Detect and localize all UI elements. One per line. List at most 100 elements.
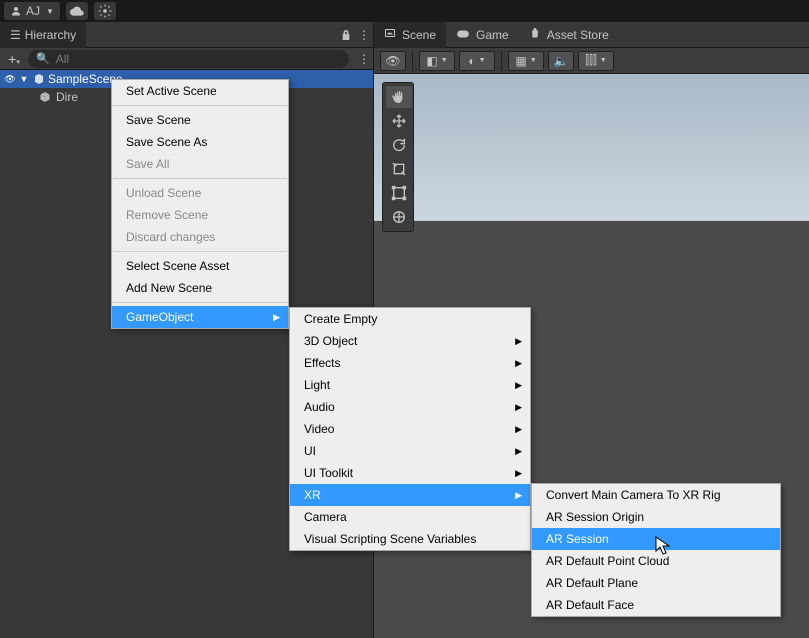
bars-icon: ⫿⫿⫿ [585,53,597,68]
scene-tabs: Scene Game Asset Store [374,22,809,48]
menu-label: 3D Object [304,334,357,348]
panel-menu-icon[interactable]: ⋮ [355,28,373,42]
menu-video[interactable]: Video ▶ [290,418,530,440]
menu-label: Add New Scene [126,281,212,295]
menu-label: Save Scene [126,113,191,127]
menu-xr[interactable]: XR▶ [290,484,530,506]
chevron-right-icon: ▶ [515,336,522,347]
menu-separator [113,302,287,303]
menu-convert-xr-rig[interactable]: Convert Main Camera To XR Rig [532,484,780,506]
sound-button[interactable]: 🔈 [548,51,574,71]
tab-assetstore-label: Asset Store [547,28,609,42]
menu-add-new-scene[interactable]: Add New Scene [112,277,288,299]
chevron-right-icon: ▶ [515,446,522,457]
menu-label: AR Default Plane [546,576,638,590]
tab-scene[interactable]: Scene [374,22,446,48]
disclosure-icon[interactable]: ▼ [18,74,30,84]
menu-select-scene-asset[interactable]: Select Scene Asset [112,255,288,277]
chevron-right-icon: ▶ [515,424,522,435]
cloud-icon [70,6,84,16]
chevron-right-icon: ▶ [273,312,280,323]
tab-game[interactable]: Game [446,22,519,48]
menu-separator [113,251,287,252]
menu-save-scene[interactable]: Save Scene [112,109,288,131]
menu-save-all: Save All [112,153,288,175]
eye-icon[interactable]: 👁 [4,74,16,85]
add-button[interactable]: +▾ [0,51,28,67]
search-icon: 🔍 [36,52,50,65]
menu-label: Create Empty [304,312,377,326]
xr-submenu: Convert Main Camera To XR Rig AR Session… [531,483,781,617]
menu-set-active-scene[interactable]: Set Active Scene [112,80,288,102]
menu-label: Unload Scene [126,186,201,200]
effects-dropdown[interactable]: ⫿⫿⫿▼ [578,51,614,71]
scene-toolbar: 👁 ◧▼ ◐▼ ▦▼ 🔈 ⫿⫿⫿▼ [374,48,809,74]
lock-icon[interactable] [337,29,355,41]
tool-transform[interactable] [386,206,412,228]
scene-options-icon[interactable]: ⋮ [355,52,373,66]
menu-unload-scene: Unload Scene [112,182,288,204]
menu-label: UI [304,444,316,458]
search-input[interactable]: 🔍 All [28,50,349,68]
gameobject-name: Dire [56,90,78,104]
tab-game-label: Game [476,28,509,42]
tool-move[interactable] [386,110,412,132]
menu-audio[interactable]: Audio▶ [290,396,530,418]
menu-ar-default-face[interactable]: AR Default Face [532,594,780,616]
speaker-icon: 🔈 [554,54,569,68]
menu-light[interactable]: Light▶ [290,374,530,396]
menu-label: Save Scene As [126,135,207,149]
chevron-down-icon: ▼ [46,7,54,16]
bag-icon [529,27,541,42]
tool-rect[interactable] [386,182,412,204]
menu-label: AR Session [546,532,609,546]
menu-3d-object[interactable]: 3D Object ▶ [290,330,530,352]
tab-hierarchy[interactable]: ☰ Hierarchy [0,22,86,48]
menu-save-scene-as[interactable]: Save Scene As [112,131,288,153]
chevron-right-icon: ▶ [515,380,522,391]
menu-label: Save All [126,157,169,171]
shading-mode-dropdown[interactable]: ◧▼ [419,51,455,71]
move-icon [391,113,407,129]
cube-icon [38,90,52,104]
menu-label: Remove Scene [126,208,208,222]
menu-ar-session[interactable]: AR Session [532,528,780,550]
render-mode-dropdown[interactable]: ◐▼ [459,51,495,71]
tool-rotate[interactable] [386,134,412,156]
cloud-button[interactable] [66,2,88,20]
menu-ui[interactable]: UI ▶ [290,440,530,462]
menu-label: Camera [304,510,347,524]
hand-icon [391,89,407,105]
menu-label: AR Default Point Cloud [546,554,669,568]
tab-asset-store[interactable]: Asset Store [519,22,619,48]
rect-icon [391,185,407,201]
gizmos-dropdown[interactable]: ▦▼ [508,51,544,71]
tab-scene-label: Scene [402,28,436,42]
rotate-icon [391,137,407,153]
chevron-down-icon: ▼ [600,57,607,64]
menu-ui-toolkit[interactable]: UI Toolkit▶ [290,462,530,484]
tool-hand[interactable] [386,86,412,108]
menu-label: Set Active Scene [126,84,217,98]
menu-label: Effects [304,356,340,370]
settings-button[interactable] [94,2,116,20]
transform-icon [391,209,407,225]
menu-camera[interactable]: Camera [290,506,530,528]
menu-ar-session-origin[interactable]: AR Session Origin [532,506,780,528]
menu-gameobject[interactable]: GameObject▶ [112,306,288,328]
menu-label: Video [304,422,334,436]
hierarchy-tab-label: Hierarchy [25,28,76,42]
tool-scale[interactable] [386,158,412,180]
account-label: AJ [26,4,40,18]
menu-visual-scripting-vars[interactable]: Visual Scripting Scene Variables [290,528,530,550]
menu-create-empty[interactable]: Create Empty [290,308,530,330]
menu-separator [113,178,287,179]
menu-ar-default-point-cloud[interactable]: AR Default Point Cloud [532,550,780,572]
hierarchy-tabs: ☰ Hierarchy ⋮ [0,22,373,48]
menu-effects[interactable]: Effects▶ [290,352,530,374]
view-mode-button[interactable]: 👁 [380,51,406,71]
menu-label: AR Default Face [546,598,634,612]
menu-label: UI Toolkit [304,466,353,480]
menu-ar-default-plane[interactable]: AR Default Plane [532,572,780,594]
account-button[interactable]: AJ ▼ [4,2,60,20]
